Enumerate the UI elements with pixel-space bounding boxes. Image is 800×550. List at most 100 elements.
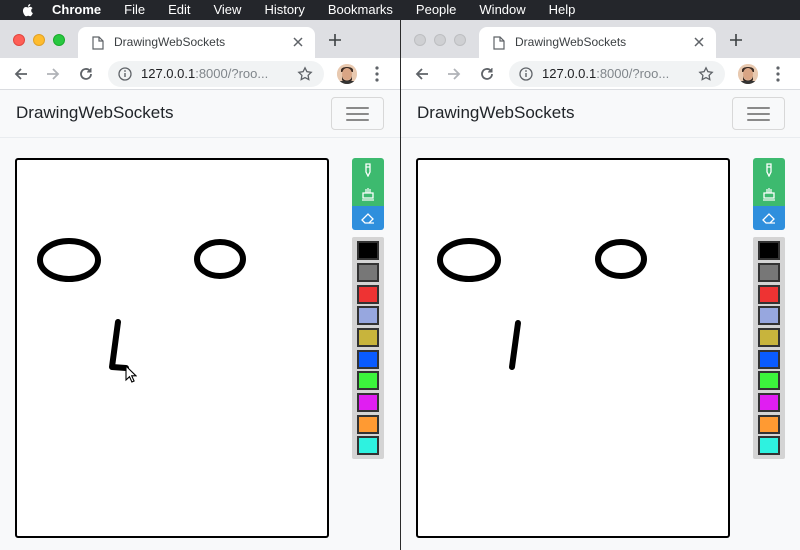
fill-tool-button[interactable] [352, 182, 384, 206]
browser-tab[interactable]: DrawingWebSockets [78, 27, 315, 58]
color-swatch-black[interactable] [758, 241, 780, 260]
stroke-right-eye [194, 239, 246, 279]
stroke-nose [109, 319, 129, 371]
navbar-toggle-button[interactable] [331, 97, 384, 130]
pen-tool-button[interactable] [352, 158, 384, 182]
color-palette [352, 237, 384, 459]
minimize-window-button[interactable] [434, 34, 446, 46]
color-swatch-lavender[interactable] [357, 306, 379, 325]
more-menu-icon[interactable] [372, 65, 382, 83]
color-swatch-black[interactable] [357, 241, 379, 260]
close-tab-icon[interactable] [692, 35, 706, 49]
color-swatch-magenta[interactable] [357, 393, 379, 412]
url-text: 127.0.0.1:8000/?roo... [141, 66, 268, 81]
color-swatch-magenta[interactable] [758, 393, 780, 412]
close-window-button[interactable] [13, 34, 25, 46]
tab-strip: DrawingWebSockets [401, 20, 800, 58]
color-swatch-orange[interactable] [758, 415, 780, 434]
drawing-strokes [37, 238, 246, 371]
apple-icon[interactable] [20, 2, 36, 18]
forward-arrow-icon[interactable] [445, 65, 463, 83]
color-swatch-olive[interactable] [357, 328, 379, 347]
stroke-left-eye [37, 238, 101, 282]
color-swatch-blue[interactable] [758, 350, 780, 369]
reload-icon[interactable] [478, 65, 496, 83]
close-tab-icon[interactable] [291, 35, 305, 49]
url-host: 127.0.0.1 [141, 66, 196, 81]
menu-history[interactable]: History [264, 0, 304, 20]
menu-window[interactable]: Window [479, 0, 525, 20]
back-arrow-icon[interactable] [12, 65, 30, 83]
forward-arrow-icon[interactable] [44, 65, 62, 83]
profile-avatar[interactable] [337, 64, 357, 84]
pen-tool-button[interactable] [753, 158, 785, 182]
color-swatch-gray[interactable] [758, 263, 780, 282]
color-swatch-cyan[interactable] [758, 436, 780, 455]
url-host: 127.0.0.1 [542, 66, 597, 81]
more-menu-icon[interactable] [773, 65, 783, 83]
mouse-cursor-icon [125, 365, 137, 383]
new-tab-icon[interactable] [327, 32, 343, 48]
bookmark-star-icon[interactable] [698, 66, 714, 82]
app-brand[interactable]: DrawingWebSockets [417, 103, 574, 123]
profile-avatar[interactable] [738, 64, 758, 84]
tab-title: DrawingWebSockets [114, 35, 226, 49]
browser-tab[interactable]: DrawingWebSockets [479, 27, 716, 58]
stroke-right-eye [595, 239, 647, 279]
info-icon[interactable] [519, 67, 533, 81]
browser-toolbar: 127.0.0.1:8000/?roo... [0, 58, 400, 90]
eraser-tool-button[interactable] [352, 206, 384, 230]
eraser-icon [361, 213, 374, 224]
color-swatch-cyan[interactable] [357, 436, 379, 455]
fill-tool-button[interactable] [753, 182, 785, 206]
color-swatch-lavender[interactable] [758, 306, 780, 325]
app-brand[interactable]: DrawingWebSockets [16, 103, 173, 123]
zoom-window-button[interactable] [53, 34, 65, 46]
tab-title: DrawingWebSockets [515, 35, 627, 49]
color-swatch-red[interactable] [758, 285, 780, 304]
drawing-strokes [437, 238, 647, 370]
eraser-tool-button[interactable] [753, 206, 785, 230]
menu-chrome[interactable]: Chrome [52, 0, 101, 20]
color-swatch-olive[interactable] [758, 328, 780, 347]
page-icon [92, 36, 104, 50]
menu-view[interactable]: View [213, 0, 241, 20]
zoom-window-button[interactable] [454, 34, 466, 46]
bookmark-star-icon[interactable] [297, 66, 313, 82]
menu-edit[interactable]: Edit [168, 0, 190, 20]
color-swatch-blue[interactable] [357, 350, 379, 369]
color-swatch-gray[interactable] [357, 263, 379, 282]
close-window-button[interactable] [414, 34, 426, 46]
drawing-canvas[interactable] [416, 158, 730, 538]
menu-bookmarks[interactable]: Bookmarks [328, 0, 393, 20]
menu-file[interactable]: File [124, 0, 145, 20]
menu-people[interactable]: People [416, 0, 456, 20]
back-arrow-icon[interactable] [413, 65, 431, 83]
app-navbar: DrawingWebSockets [0, 90, 400, 138]
info-icon[interactable] [118, 67, 132, 81]
reload-icon[interactable] [77, 65, 95, 83]
pen-icon [766, 163, 772, 177]
menu-help[interactable]: Help [549, 0, 576, 20]
stroke-left-eye [437, 238, 501, 282]
drawing-canvas[interactable] [15, 158, 329, 538]
page-content [401, 138, 800, 550]
stroke-nose [509, 320, 521, 370]
address-bar[interactable]: 127.0.0.1:8000/?roo... [108, 61, 324, 87]
browser-window-left: DrawingWebSockets 127.0.0.1:8000/?roo...… [0, 20, 400, 550]
new-tab-icon[interactable] [728, 32, 744, 48]
address-bar[interactable]: 127.0.0.1:8000/?roo... [509, 61, 725, 87]
color-swatch-green[interactable] [758, 371, 780, 390]
navbar-toggle-button[interactable] [732, 97, 785, 130]
url-text: 127.0.0.1:8000/?roo... [542, 66, 669, 81]
color-swatch-red[interactable] [357, 285, 379, 304]
pen-icon [365, 163, 371, 177]
bucket-icon [763, 188, 775, 201]
color-swatch-orange[interactable] [357, 415, 379, 434]
url-path: :8000/?roo... [195, 66, 269, 81]
macos-menu-bar: Chrome File Edit View History Bookmarks … [0, 0, 800, 20]
minimize-window-button[interactable] [33, 34, 45, 46]
url-path: :8000/?roo... [596, 66, 670, 81]
color-swatch-green[interactable] [357, 371, 379, 390]
browser-window-right: DrawingWebSockets 127.0.0.1:8000/?roo...… [401, 20, 800, 550]
